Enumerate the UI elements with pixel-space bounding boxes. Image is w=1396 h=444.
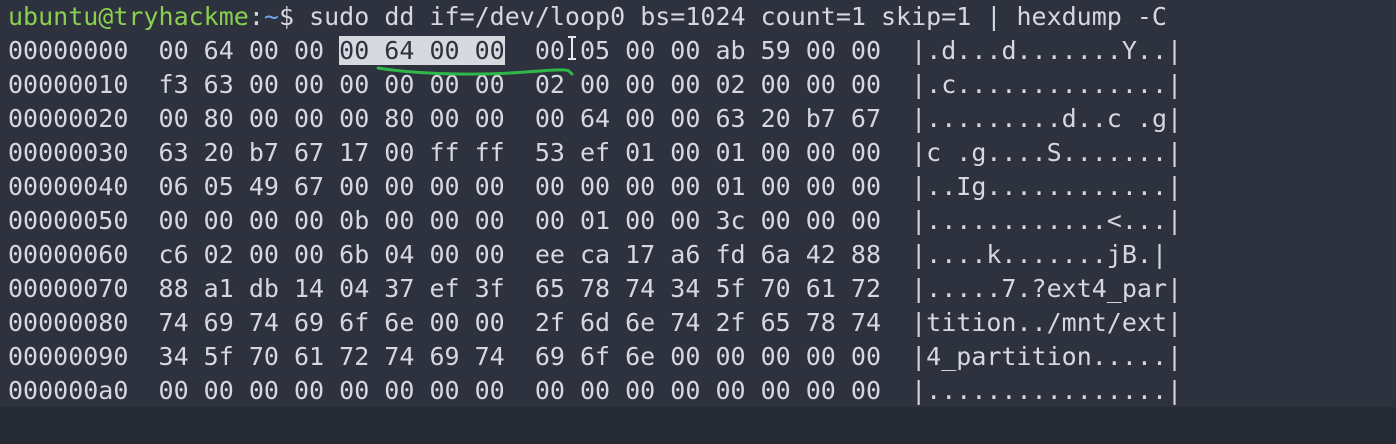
- row-hex-left: 00 00 00 00 00 00 00 00: [158, 376, 505, 405]
- prompt-symbol: $: [278, 2, 310, 31]
- row-ascii: |............<...|: [911, 206, 1183, 235]
- prompt-line: ubuntu@tryhackme:~$ sudo dd if=/dev/loop…: [8, 0, 1167, 34]
- hexdump-row: 00000050 00 00 00 00 0b 00 00 00 00 01 0…: [8, 204, 1182, 238]
- row-hex-right: 02 00 00 00 02 00 00 00: [534, 70, 882, 99]
- row-hex-left: 00 64 00 00: [158, 36, 340, 65]
- hexdump-row: 00000040 06 05 49 67 00 00 00 00 00 00 0…: [8, 170, 1182, 204]
- row-hex-left: 00 00 00 00 0b 00 00 00: [158, 206, 505, 235]
- prompt-user-host: ubuntu@tryhackme: [8, 2, 249, 31]
- hexdump-row: 00000020 00 80 00 00 00 80 00 00 00 64 0…: [8, 102, 1182, 136]
- row-ascii: |c .g....S.......|: [911, 138, 1183, 167]
- row-hex-left: 34 5f 70 61 72 74 69 74: [158, 342, 505, 371]
- hexdump-row: 00000070 88 a1 db 14 04 37 ef 3f 65 78 7…: [8, 272, 1182, 306]
- row-ascii: |tition../mnt/ext|: [911, 308, 1183, 337]
- text-cursor-icon: [568, 36, 576, 60]
- row-hex-right: 00 00 00 00 01 00 00 00: [534, 172, 882, 201]
- prompt-cwd: ~: [263, 2, 279, 31]
- row-ascii: |....k.......jB.|: [911, 240, 1167, 269]
- row-offset: 00000030: [8, 138, 129, 167]
- hexdump-row: 00000000 00 64 00 00 00 64 00 00 00 05 0…: [8, 34, 1182, 68]
- row-hex-right: 00 05 00 00 ab 59 00 00: [534, 36, 882, 65]
- row-hex-right: 65 78 74 34 5f 70 61 72: [534, 274, 882, 303]
- hexdump-row: 00000060 c6 02 00 00 6b 04 00 00 ee ca 1…: [8, 238, 1167, 272]
- row-ascii: |..Ig............|: [911, 172, 1183, 201]
- row-ascii: |................|: [911, 376, 1183, 405]
- row-offset: 00000040: [8, 172, 129, 201]
- prompt-separator: :: [248, 2, 264, 31]
- hexdump-row: 00000030 63 20 b7 67 17 00 ff ff 53 ef 0…: [8, 136, 1182, 170]
- row-hex-left: c6 02 00 00 6b 04 00 00: [158, 240, 505, 269]
- row-hex-right: ee ca 17 a6 fd 6a 42 88: [534, 240, 882, 269]
- underline-annotation-icon: [376, 66, 574, 76]
- row-offset: 00000090: [8, 342, 129, 371]
- row-ascii: |.........d..c .g|: [911, 104, 1183, 133]
- row-offset: 00000010: [8, 70, 129, 99]
- row-hex-left: 00 80 00 00 00 80 00 00: [158, 104, 505, 133]
- row-hex-right: 00 00 00 00 00 00 00 00: [534, 376, 882, 405]
- row-hex-right: 2f 6d 6e 74 2f 65 78 74: [534, 308, 882, 337]
- row-offset: 000000a0: [8, 376, 129, 405]
- hexdump-row: 00000090 34 5f 70 61 72 74 69 74 69 6f 6…: [8, 340, 1182, 374]
- row-offset: 00000060: [8, 240, 129, 269]
- row-hex-left: 74 69 74 69 6f 6e 00 00: [158, 308, 505, 337]
- row-ascii: |4_partition.....|: [911, 342, 1183, 371]
- row-offset: 00000080: [8, 308, 129, 337]
- row-ascii: |.c..............|: [911, 70, 1183, 99]
- row-ascii: |.d...d.......Y..|: [911, 36, 1183, 65]
- row-hex-right: 69 6f 6e 00 00 00 00 00: [534, 342, 882, 371]
- row-hex-right: 53 ef 01 00 01 00 00 00: [534, 138, 882, 167]
- row-hex-right: 00 64 00 00 63 20 b7 67: [534, 104, 882, 133]
- hexdump-row: 00000080 74 69 74 69 6f 6e 00 00 2f 6d 6…: [8, 306, 1182, 340]
- hexdump-row: 000000a0 00 00 00 00 00 00 00 00 00 00 0…: [8, 374, 1182, 407]
- row-offset: 00000020: [8, 104, 129, 133]
- row-hex-left: 06 05 49 67 00 00 00 00: [158, 172, 505, 201]
- row-ascii: |.....7.?ext4_par|: [911, 274, 1183, 303]
- row-offset: 00000070: [8, 274, 129, 303]
- row-hex-left: 88 a1 db 14 04 37 ef 3f: [158, 274, 505, 303]
- row-hex-right: 00 01 00 00 3c 00 00 00: [534, 206, 882, 235]
- row-hex-left: 63 20 b7 67 17 00 ff ff: [158, 138, 505, 167]
- command-text: sudo dd if=/dev/loop0 bs=1024 count=1 sk…: [309, 2, 1167, 31]
- row-offset: 00000000: [8, 36, 129, 65]
- hexdump-row: 00000010 f3 63 00 00 00 00 00 00 02 00 0…: [8, 68, 1182, 102]
- row-offset: 00000050: [8, 206, 129, 235]
- terminal-bottom-bar: [0, 407, 1396, 444]
- terminal-window[interactable]: ubuntu@tryhackme:~$ sudo dd if=/dev/loop…: [0, 0, 1396, 407]
